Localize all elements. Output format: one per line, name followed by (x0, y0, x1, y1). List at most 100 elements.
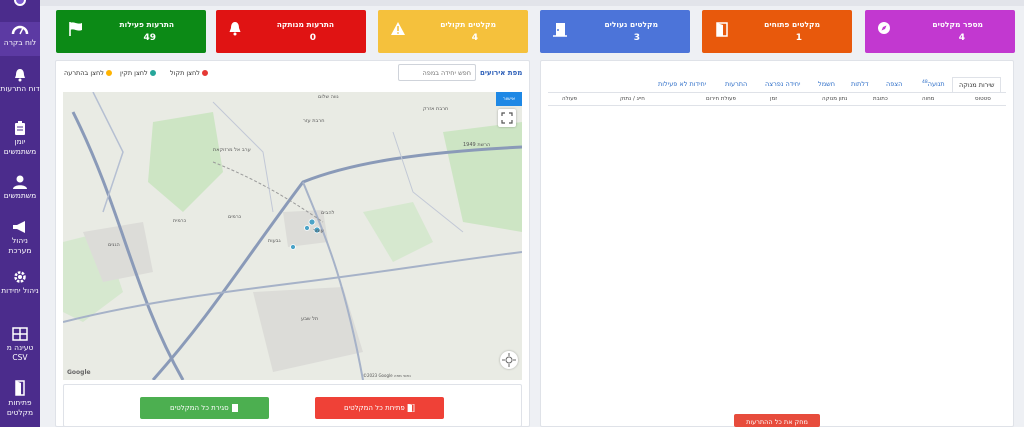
stat-card-value: 4 (958, 33, 965, 43)
column-header: פעולה (562, 96, 578, 102)
legend-alert-dot (105, 70, 112, 76)
door-icon (15, 380, 25, 396)
open-all-shelters-button[interactable]: פתיחת כל המקלטים (315, 397, 444, 419)
map-place-label: חרבת אזרק (423, 106, 449, 112)
column-header: פעולת חירום (706, 96, 736, 102)
legend-ok-dot (149, 70, 156, 76)
user-icon (13, 175, 27, 189)
sidebar-item-label: פתיחות מקלטים (6, 398, 34, 417)
tab-inactive-units[interactable]: יחידות לא פעילות (658, 80, 706, 88)
tab-doors[interactable]: דלתות (851, 80, 869, 88)
closed-door-icon (553, 23, 567, 37)
door-icon (231, 404, 238, 412)
dashboard-gauge-icon (11, 25, 29, 35)
stat-card-value: 49 (143, 33, 156, 43)
open-door-icon (716, 22, 728, 37)
map-place-label: כרמים (228, 214, 242, 220)
legend-label: לחצן בהתרעה (64, 69, 104, 77)
tab-motion[interactable]: תנועה48 (922, 80, 945, 88)
sidebar-item-label: משתמשים (3, 191, 37, 200)
column-header: חייג / נתוק (620, 96, 645, 102)
header-divider (548, 105, 1006, 106)
map-place-label: הרשת 1949 (463, 142, 491, 148)
delete-all-alerts-button[interactable]: מחק את כל ההתרעות (734, 414, 820, 427)
stat-card-locked-shelters: מקלטים נעולים 3 (540, 10, 690, 53)
sidebar-item-label: יומן משתמשים (3, 137, 37, 156)
sidebar-item-label: ניהול מערכת (8, 236, 32, 255)
sidebar: לוח בקרה דוח התרעות יומן משתמשים משתמשים… (0, 0, 40, 427)
sidebar-item-units-management[interactable]: ניהול יחידות (0, 270, 40, 296)
legend-label: לחצן תקין (120, 69, 148, 77)
sidebar-item-alerts-report[interactable]: דוח התרעות (0, 68, 40, 94)
legend-alert[interactable]: לחצן בהתרעה (64, 69, 112, 77)
legend-faulty-dot (201, 70, 208, 76)
column-header: מחוה (922, 96, 935, 102)
clipboard-icon (15, 121, 25, 135)
map-view[interactable]: נווה שלום חרבת אזרק חרבת עזר ערב אל מרזו… (63, 92, 522, 380)
sidebar-item-system-management[interactable]: ניהול מערכת (0, 220, 40, 256)
stat-card-disconnected-alerts: התרעות מנותקה 0 (216, 10, 366, 53)
column-header: נתון מנוקה (822, 96, 848, 102)
tab-unit-breached[interactable]: יחידה נפרצה (765, 80, 800, 88)
stat-card-faulty-shelters: מקלטים תקולים 4 (378, 10, 528, 53)
map-roads-layer (63, 92, 522, 380)
warning-icon (391, 22, 405, 35)
map-pan-control[interactable] (500, 351, 518, 369)
sidebar-item-label: טעינה מ CSV (6, 343, 34, 362)
map-search-input[interactable] (398, 64, 476, 81)
sidebar-item-csv-upload[interactable]: טעינה מ CSV (0, 327, 40, 363)
map-panel-title: מפת אירועים (480, 69, 523, 77)
bell-icon (15, 69, 25, 82)
stat-card-title: התרעות מנותקה (276, 20, 334, 29)
map-attribution: נתוני מפה ‎©2023 Google (363, 373, 411, 378)
pan-arrows-icon (502, 353, 516, 367)
stat-card-value: 4 (471, 33, 478, 43)
top-strip (40, 0, 1024, 6)
map-place-label: תל שבע (301, 316, 319, 322)
map-place-label: נווה שלום (318, 94, 339, 100)
megaphone-icon (13, 221, 25, 233)
alerts-panel (540, 60, 1014, 427)
tabs-divider (548, 92, 1006, 93)
button-label: פתיחת כל המקלטים (343, 404, 405, 412)
tab-flood[interactable]: הצפה (886, 80, 902, 88)
sidebar-item-label: לוח בקרה (3, 38, 37, 47)
actions-bar (63, 384, 522, 427)
stat-card-value: 0 (309, 33, 316, 43)
cog-icon (14, 271, 26, 283)
map-confirm-button[interactable]: אישור (496, 92, 522, 106)
sidebar-item-shelter-openings[interactable]: פתיחות מקלטים (0, 380, 40, 418)
map-place-label: להבים (321, 210, 335, 216)
stat-card-total-shelters: מספר מקלטים 4 (865, 10, 1015, 53)
map-place-label: כרמית (173, 218, 187, 224)
legend-label: לחצן תקול (170, 69, 200, 77)
map-place-label: ערב אל מרזוקאת (213, 147, 251, 153)
stat-card-title: מקלטים נעולים (604, 20, 658, 29)
close-all-shelters-button[interactable]: סגירת כל המקלטים (140, 397, 269, 419)
sidebar-item-users[interactable]: משתמשים (0, 175, 40, 201)
stat-card-open-shelters: מקלטים פתוחים 1 (702, 10, 852, 53)
column-header: סטטוס (975, 96, 991, 102)
stat-card-title: מקלטים תקולים (440, 20, 496, 29)
map-fullscreen-button[interactable] (498, 109, 516, 127)
map-google-logo: Google (67, 369, 91, 376)
sidebar-item-dashboard[interactable]: לוח בקרה (0, 22, 40, 56)
sidebar-item-label: ניהול יחידות (1, 286, 39, 295)
sidebar-top-badge (14, 0, 26, 6)
tab-power[interactable]: חשמל (818, 80, 835, 88)
legend-faulty[interactable]: לחצן תקול (170, 69, 208, 77)
column-header: זמן (770, 96, 778, 102)
map-place-label: חרבת עזר (303, 118, 325, 124)
table-icon (12, 327, 28, 341)
stat-card-active-alerts: התרעות פעילות 49 (56, 10, 206, 53)
sidebar-item-user-log[interactable]: יומן משתמשים (0, 121, 40, 157)
legend-ok[interactable]: לחצן תקין (120, 69, 156, 77)
map-place-label: עומר (313, 228, 324, 234)
column-header: כתובת (873, 96, 888, 102)
fullscreen-icon (501, 112, 513, 124)
tab-clean-service[interactable]: שירות מנוקה (952, 77, 1002, 92)
tab-alerts[interactable]: התרעות (725, 80, 747, 88)
stat-card-title: מקלטים פתוחים (764, 20, 820, 29)
flag-icon (69, 22, 82, 36)
map-place-label: הגנים (108, 242, 120, 248)
